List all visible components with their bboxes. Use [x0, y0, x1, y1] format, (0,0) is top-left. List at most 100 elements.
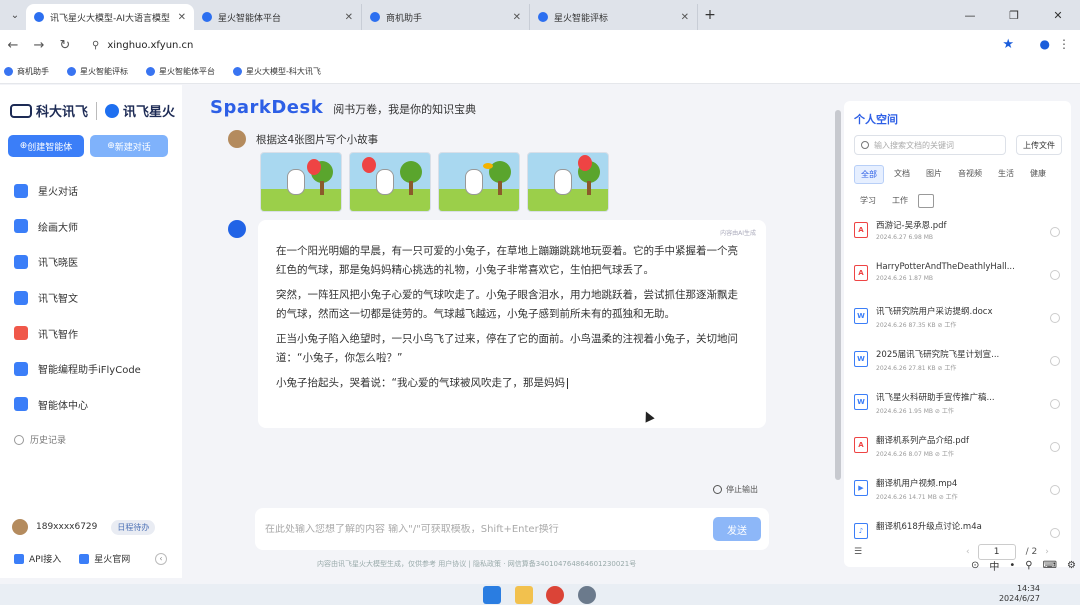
list-item[interactable]: W 讯飞星火科研助手宣传推广稿... 2024.6.26 1.95 MB ⊘ 工作	[854, 389, 1064, 432]
stop-output-button[interactable]: 停止输出	[713, 484, 758, 495]
filter-media[interactable]: 音视频	[952, 165, 988, 184]
language-indicator[interactable]: 中	[989, 558, 999, 573]
file-select-radio[interactable]	[1050, 227, 1060, 237]
medical-icon	[14, 254, 28, 269]
avatar[interactable]	[12, 519, 28, 535]
bookmark-item[interactable]: 商机助手	[4, 66, 49, 77]
upload-file-button[interactable]: 上传文件	[1016, 135, 1062, 155]
tab-title: 星火智能体平台	[218, 13, 282, 24]
main-scrollbar[interactable]	[835, 110, 841, 480]
microphone-icon[interactable]: ⚲	[1025, 560, 1032, 571]
list-item[interactable]: ▶ 翻译机用户视频.mp4 2024.6.26 14.71 MB ⊘ 工作	[854, 475, 1064, 518]
history-link[interactable]: 历史记录	[14, 433, 66, 446]
file-select-radio[interactable]	[1050, 442, 1060, 452]
clock-icon	[14, 434, 24, 445]
calendar-icon[interactable]	[918, 194, 934, 208]
new-tab-button[interactable]: +	[698, 7, 722, 23]
file-select-radio[interactable]	[1050, 356, 1060, 366]
reload-icon[interactable]: ↻	[52, 38, 78, 53]
sidebar-item-label: 讯飞晓医	[38, 258, 78, 270]
send-button[interactable]: 发送	[713, 517, 761, 541]
username: 189xxxx6729	[36, 522, 98, 532]
maximize-icon[interactable]: ❐	[992, 0, 1036, 30]
list-item[interactable]: W 2025届讯飞研究院飞星计划宣... 2024.6.26 27.81 KB ⊘ …	[854, 346, 1064, 389]
sidebar-item-iflycode[interactable]: 智能编程助手iFlyCode	[14, 351, 141, 387]
tab-1[interactable]: 星火智能体平台 ✕	[194, 4, 362, 30]
attachment-image[interactable]	[349, 152, 431, 212]
profile-icon[interactable]: ●	[1040, 37, 1050, 51]
create-agent-button[interactable]: ⊕ 创建智能体	[8, 135, 84, 157]
browser-menu-icon[interactable]: ⋮	[1058, 37, 1070, 51]
filter-study[interactable]: 学习	[854, 192, 882, 209]
tab-2[interactable]: 商机助手 ✕	[362, 4, 530, 30]
keyboard-icon[interactable]: ⌨	[1043, 560, 1057, 571]
brand-logo[interactable]: 科大讯飞 讯飞星火	[10, 101, 175, 120]
filter-images[interactable]: 图片	[920, 165, 948, 184]
tab-favicon-icon	[34, 12, 44, 22]
sidebar-item-spark-chat[interactable]: 星火对话	[14, 173, 141, 209]
official-site-link[interactable]: 星火官网	[79, 552, 130, 565]
tab-list-icon[interactable]: ⌄	[4, 4, 26, 26]
bookmark-item[interactable]: 星火智能评标	[67, 66, 128, 77]
prev-page-icon[interactable]: ‹	[966, 547, 970, 557]
new-chat-button[interactable]: ⊕ 新建对话	[90, 135, 168, 157]
url-text: xinghuo.xfyun.cn	[107, 39, 194, 51]
filter-life[interactable]: 生活	[992, 165, 1020, 184]
tab-close-icon[interactable]: ✕	[513, 12, 521, 23]
windows-taskbar	[0, 584, 1080, 605]
system-clock[interactable]: 14:34 2024/6/27	[999, 584, 1040, 604]
list-item[interactable]: W 讯飞研究院用户采访提纲.docx 2024.6.26 87.35 KB ⊘ 工作	[854, 303, 1064, 346]
list-item[interactable]: A HarryPotterAndTheDeathlyHall... 2024.6.2…	[854, 260, 1064, 303]
settings-icon[interactable]	[578, 586, 596, 604]
sidebar-item-zhizuo[interactable]: 讯飞智作	[14, 315, 141, 351]
list-view-icon[interactable]: ☰	[854, 547, 864, 557]
site-settings-icon[interactable]: ⚲	[92, 40, 99, 51]
chat-input[interactable]	[265, 523, 713, 535]
forward-icon[interactable]: →	[26, 38, 52, 53]
close-window-icon[interactable]: ✕	[1036, 0, 1080, 30]
file-select-radio[interactable]	[1050, 485, 1060, 495]
answer-paragraph: 在一个阳光明媚的早晨，有一只可爱的小兔子，在草地上蹦蹦跳跳地玩耍着。它的手中紧握…	[276, 245, 738, 276]
punctuation-icon[interactable]: •	[1009, 560, 1015, 571]
attachment-image[interactable]	[438, 152, 520, 212]
bookmark-item[interactable]: 星火大模型-科大讯飞	[233, 66, 321, 77]
list-item[interactable]: A 西游记-吴承恩.pdf 2024.6.27 6.98 MB	[854, 217, 1064, 260]
ime-icon[interactable]: ⊙	[971, 560, 979, 571]
file-select-radio[interactable]	[1050, 270, 1060, 280]
tab-3[interactable]: 星火智能评标 ✕	[530, 4, 698, 30]
bookmark-star-icon[interactable]: ★	[1002, 37, 1014, 52]
filter-health[interactable]: 健康	[1024, 165, 1052, 184]
tab-0[interactable]: 讯飞星火大模型-AI大语言模型 ✕	[26, 4, 194, 30]
tab-close-icon[interactable]: ✕	[178, 12, 186, 23]
sidebar-item-painting[interactable]: 绘画大师	[14, 209, 141, 245]
api-link[interactable]: API接入	[14, 552, 61, 565]
file-explorer-icon[interactable]	[515, 586, 533, 604]
list-item[interactable]: A 翻译机系列产品介绍.pdf 2024.6.26 8.07 MB ⊘ 工作	[854, 432, 1064, 475]
doc-search-input[interactable]: 输入搜索文档的关键词	[854, 135, 1006, 155]
file-select-radio[interactable]	[1050, 399, 1060, 409]
url-field[interactable]: ⚲ xinghuo.xfyun.cn	[84, 34, 1014, 56]
filter-docs[interactable]: 文档	[888, 165, 916, 184]
back-icon[interactable]: ←	[0, 38, 26, 53]
ime-settings-icon[interactable]: ⚙	[1067, 560, 1076, 571]
filter-all[interactable]: 全部	[854, 165, 884, 184]
schedule-badge[interactable]: 日程待办	[111, 519, 156, 535]
attachment-image[interactable]	[260, 152, 342, 212]
bookmark-item[interactable]: 星火智能体平台	[146, 66, 215, 77]
file-select-radio[interactable]	[1050, 313, 1060, 323]
tab-close-icon[interactable]: ✕	[681, 12, 689, 23]
attachment-image[interactable]	[527, 152, 609, 212]
sidebar-item-agent-center[interactable]: 智能体中心	[14, 387, 141, 423]
windows-start-icon[interactable]	[483, 586, 501, 604]
sidebar-item-medical[interactable]: 讯飞晓医	[14, 244, 141, 280]
minimize-icon[interactable]: —	[948, 0, 992, 30]
stop-label: 停止输出	[726, 485, 758, 494]
collapse-sidebar-icon[interactable]: ‹	[155, 553, 167, 565]
next-page-icon[interactable]: ›	[1045, 547, 1049, 557]
chrome-icon[interactable]	[546, 586, 564, 604]
file-select-radio[interactable]	[1050, 528, 1060, 538]
filter-work[interactable]: 工作	[886, 192, 914, 209]
sidebar-item-zhiwen[interactable]: 讯飞智文	[14, 280, 141, 316]
tab-close-icon[interactable]: ✕	[345, 12, 353, 23]
video-file-icon: ▶	[854, 480, 868, 496]
